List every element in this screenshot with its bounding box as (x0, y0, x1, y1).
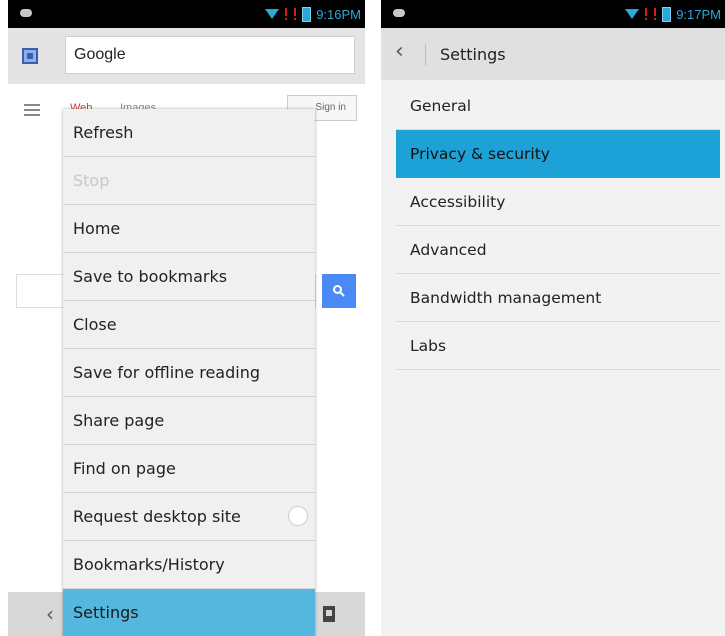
alert-icon (293, 8, 297, 20)
menu-item-save-offline[interactable]: Save for offline reading (63, 349, 315, 397)
alert-icon (284, 8, 288, 20)
desktop-site-toggle[interactable] (288, 506, 308, 526)
notification-icon (20, 9, 32, 17)
settings-item-accessibility[interactable]: Accessibility (396, 178, 720, 226)
bookmark-icon[interactable] (323, 606, 335, 622)
status-time: 9:16PM (316, 6, 361, 22)
menu-item-label: Request desktop site (73, 507, 241, 526)
url-bar: Google (8, 28, 365, 84)
notification-icon (393, 9, 405, 17)
settings-list: General Privacy & security Accessibility… (396, 82, 720, 370)
browser-screen: 9:16PM Google Web Images Sign in ‹ Refre… (8, 0, 365, 636)
wifi-icon (265, 9, 280, 19)
menu-item-request-desktop[interactable]: Request desktop site (63, 493, 315, 541)
menu-item-home[interactable]: Home (63, 205, 315, 253)
back-icon[interactable]: ‹ (46, 602, 54, 626)
wifi-icon (625, 9, 640, 19)
alert-icon (653, 8, 657, 20)
settings-screen: 9:17PM ‹ Settings General Privacy & secu… (381, 0, 725, 636)
menu-item-find-on-page[interactable]: Find on page (63, 445, 315, 493)
settings-item-bandwidth[interactable]: Bandwidth management (396, 274, 720, 322)
battery-icon (302, 6, 312, 22)
menu-item-settings[interactable]: Settings (63, 589, 315, 636)
url-input[interactable]: Google (65, 36, 355, 74)
status-bar: 9:16PM (8, 0, 365, 28)
alert-icon (644, 8, 648, 20)
status-time: 9:17PM (676, 6, 721, 22)
menu-item-save-to-bookmarks[interactable]: Save to bookmarks (63, 253, 315, 301)
settings-item-privacy-security[interactable]: Privacy & security (396, 130, 720, 178)
menu-item-close[interactable]: Close (63, 301, 315, 349)
menu-icon[interactable] (24, 104, 40, 116)
divider (425, 44, 426, 66)
status-bar: 9:17PM (381, 0, 725, 28)
menu-item-bookmarks-history[interactable]: Bookmarks/History (63, 541, 315, 589)
menu-item-refresh[interactable]: Refresh (63, 109, 315, 157)
search-icon (333, 285, 345, 297)
page-title: Settings (440, 45, 506, 64)
menu-item-stop: Stop (63, 157, 315, 205)
search-button[interactable] (322, 274, 356, 308)
settings-item-advanced[interactable]: Advanced (396, 226, 720, 274)
menu-item-share-page[interactable]: Share page (63, 397, 315, 445)
overflow-menu: Refresh Stop Home Save to bookmarks Clos… (63, 109, 315, 636)
battery-icon (662, 6, 672, 22)
settings-item-labs[interactable]: Labs (396, 322, 720, 370)
settings-item-general[interactable]: General (396, 82, 720, 130)
tabs-icon[interactable] (22, 48, 38, 64)
back-icon[interactable]: ‹ (395, 40, 404, 64)
action-bar: ‹ Settings (381, 28, 725, 80)
